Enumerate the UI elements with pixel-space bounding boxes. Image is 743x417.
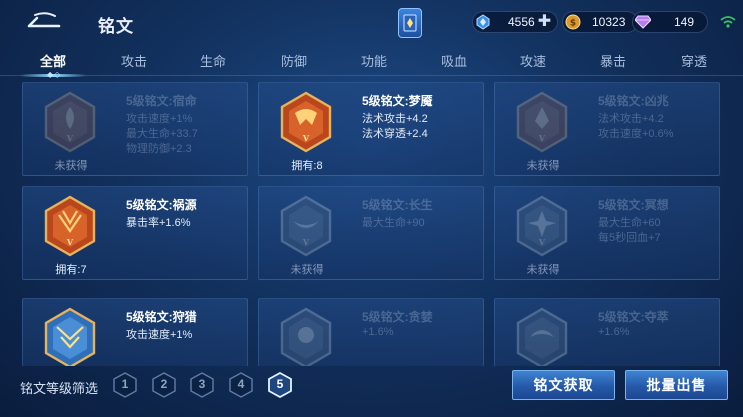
level-filter-4[interactable]: 4 bbox=[229, 372, 253, 398]
inscription-stat: +1.6% bbox=[598, 326, 630, 338]
inscription-name: 5级铭文:长生 bbox=[362, 198, 433, 212]
svg-text:$: $ bbox=[570, 19, 576, 29]
svg-text:V: V bbox=[302, 133, 310, 143]
inscription-owned-status: 拥有:7 bbox=[55, 264, 87, 276]
inscription-stat: +1.6% bbox=[362, 326, 394, 338]
inscription-stat: 法术攻击+4.2 bbox=[598, 113, 664, 125]
back-button[interactable] bbox=[18, 10, 64, 32]
inscription-card[interactable]: 5级铭文:夺萃 +1.6% bbox=[494, 298, 720, 366]
inscription-name: 5级铭文:狩猎 bbox=[126, 310, 197, 324]
inscription-grid: V 5级铭文:宿命 攻击速度+1% 最大生命+33.7 物理防御+2.3 未获得… bbox=[0, 80, 743, 366]
inscription-name: 5级铭文:贪婪 bbox=[362, 310, 433, 324]
obtain-inscription-button[interactable]: 铭文获取 bbox=[512, 370, 615, 400]
inscription-book-icon[interactable] bbox=[398, 8, 422, 38]
inscription-stat: 攻击速度+1% bbox=[126, 329, 193, 341]
inscription-blue-emblem-icon: V bbox=[280, 195, 332, 257]
inscription-stat: 法术穿透+2.4 bbox=[362, 128, 428, 140]
inscription-stat: 攻击速度+0.6% bbox=[598, 128, 674, 140]
inscription-owned-status: 未获得 bbox=[526, 264, 560, 276]
inscription-name: 5级铭文:凶兆 bbox=[598, 94, 669, 108]
svg-text:V: V bbox=[302, 237, 310, 247]
inscription-blue-emblem-icon bbox=[516, 307, 568, 366]
inscription-card[interactable]: V 5级铭文:冥想 最大生命+60 每5秒回血+7 未获得 bbox=[494, 186, 720, 280]
tab-health[interactable]: 生命 bbox=[178, 51, 248, 70]
tab-lifesteal[interactable]: 吸血 bbox=[419, 51, 489, 70]
inscription-owned-status: 拥有:8 bbox=[291, 160, 323, 172]
inscription-red-emblem-icon: V bbox=[44, 195, 96, 257]
tab-all[interactable]: 全部 bbox=[18, 51, 88, 70]
inscription-card[interactable]: V 5级铭文:梦魇 法术攻击+4.2 法术穿透+2.4 拥有:8 bbox=[258, 82, 484, 176]
inscription-card[interactable]: 5级铭文:贪婪 +1.6% bbox=[258, 298, 484, 366]
inscription-owned-status: 未获得 bbox=[54, 160, 88, 172]
inscription-stat: 物理防御+2.3 bbox=[126, 143, 192, 155]
back-arrow-icon bbox=[27, 12, 61, 28]
inscription-name: 5级铭文:梦魇 bbox=[362, 94, 433, 108]
inscription-card[interactable]: V 5级铭文:祸源 暴击率+1.6% 拥有:7 bbox=[22, 186, 248, 280]
inscription-blue-emblem-icon: V bbox=[516, 195, 568, 257]
level-filter-3[interactable]: 3 bbox=[190, 372, 214, 398]
level-number: 5 bbox=[276, 377, 284, 391]
level-filter-label: 铭文等级筛选 bbox=[20, 381, 99, 396]
purple-gem-icon bbox=[634, 13, 652, 31]
tab-indicator-dots: ◆◇ bbox=[47, 70, 62, 79]
inscription-card[interactable]: V 5级铭文:长生 最大生命+90 未获得 bbox=[258, 186, 484, 280]
inscription-red-emblem-icon: V bbox=[280, 91, 332, 153]
tab-attack[interactable]: 攻击 bbox=[99, 51, 169, 70]
inscription-stat: 每5秒回血+7 bbox=[598, 232, 661, 244]
tab-defense[interactable]: 防御 bbox=[259, 51, 329, 70]
level-number: 1 bbox=[121, 377, 129, 391]
inscription-name: 5级铭文:冥想 bbox=[598, 198, 669, 212]
inscription-name: 5级铭文:祸源 bbox=[126, 198, 197, 212]
category-tabs: 全部 攻击 生命 防御 功能 吸血 攻速 暴击 穿透 bbox=[0, 46, 743, 76]
svg-text:V: V bbox=[538, 237, 546, 247]
coupon-diamond-icon bbox=[474, 13, 492, 31]
level-number: 4 bbox=[237, 377, 245, 391]
svg-text:V: V bbox=[538, 133, 546, 143]
inscription-red-emblem-icon: V bbox=[44, 91, 96, 153]
gem-currency: 149 bbox=[632, 11, 708, 33]
inscription-stat: 最大生命+33.7 bbox=[126, 128, 198, 140]
coupon-amount: 4556 bbox=[508, 15, 535, 29]
inscription-stat: 最大生命+90 bbox=[362, 217, 425, 229]
svg-text:V: V bbox=[66, 133, 74, 143]
tab-critical[interactable]: 暴击 bbox=[578, 51, 648, 70]
bottom-bar: 铭文等级筛选 1 2 3 4 5 铭文获取 批量出售 bbox=[0, 366, 743, 417]
inscription-owned-status: 未获得 bbox=[526, 160, 560, 172]
level-filter-5[interactable]: 5 bbox=[268, 371, 292, 399]
level-number: 2 bbox=[160, 377, 168, 391]
level-filter-2[interactable]: 2 bbox=[152, 372, 176, 398]
top-bar: 铭文 4556 ✚ $ 10323 149 bbox=[0, 0, 743, 44]
gold-coin-icon: $ bbox=[564, 13, 582, 31]
inscription-stat: 攻击速度+1% bbox=[126, 113, 193, 125]
page-title: 铭文 bbox=[98, 17, 134, 36]
tab-utility[interactable]: 功能 bbox=[339, 51, 409, 70]
level-filter-1[interactable]: 1 bbox=[113, 372, 137, 398]
inscription-blue-emblem-icon bbox=[44, 307, 96, 366]
inscription-name: 5级铭文:夺萃 bbox=[598, 310, 669, 324]
batch-sell-button[interactable]: 批量出售 bbox=[625, 370, 728, 400]
inscription-red-emblem-icon: V bbox=[516, 91, 568, 153]
add-coupon-button[interactable]: ✚ bbox=[538, 14, 551, 30]
svg-text:V: V bbox=[66, 237, 74, 247]
gold-amount: 10323 bbox=[592, 15, 626, 29]
inscription-stat: 法术攻击+4.2 bbox=[362, 113, 428, 125]
inscription-card[interactable]: 5级铭文:狩猎 攻击速度+1% bbox=[22, 298, 248, 366]
gem-amount: 149 bbox=[674, 15, 695, 29]
inscription-stat: 最大生命+60 bbox=[598, 217, 661, 229]
inscription-card[interactable]: V 5级铭文:宿命 攻击速度+1% 最大生命+33.7 物理防御+2.3 未获得 bbox=[22, 82, 248, 176]
inscription-name: 5级铭文:宿命 bbox=[126, 94, 197, 108]
inscription-blue-emblem-icon bbox=[280, 307, 332, 366]
coupon-currency[interactable]: 4556 ✚ bbox=[472, 11, 558, 33]
tab-attack-speed[interactable]: 攻速 bbox=[498, 51, 568, 70]
wifi-signal-icon bbox=[720, 16, 736, 28]
inscription-stat: 暴击率+1.6% bbox=[126, 217, 191, 229]
level-number: 3 bbox=[198, 377, 206, 391]
tab-penetration[interactable]: 穿透 bbox=[659, 51, 729, 70]
gold-currency: $ 10323 bbox=[562, 11, 638, 33]
inscription-owned-status: 未获得 bbox=[290, 264, 324, 276]
inscription-card[interactable]: V 5级铭文:凶兆 法术攻击+4.2 攻击速度+0.6% 未获得 bbox=[494, 82, 720, 176]
